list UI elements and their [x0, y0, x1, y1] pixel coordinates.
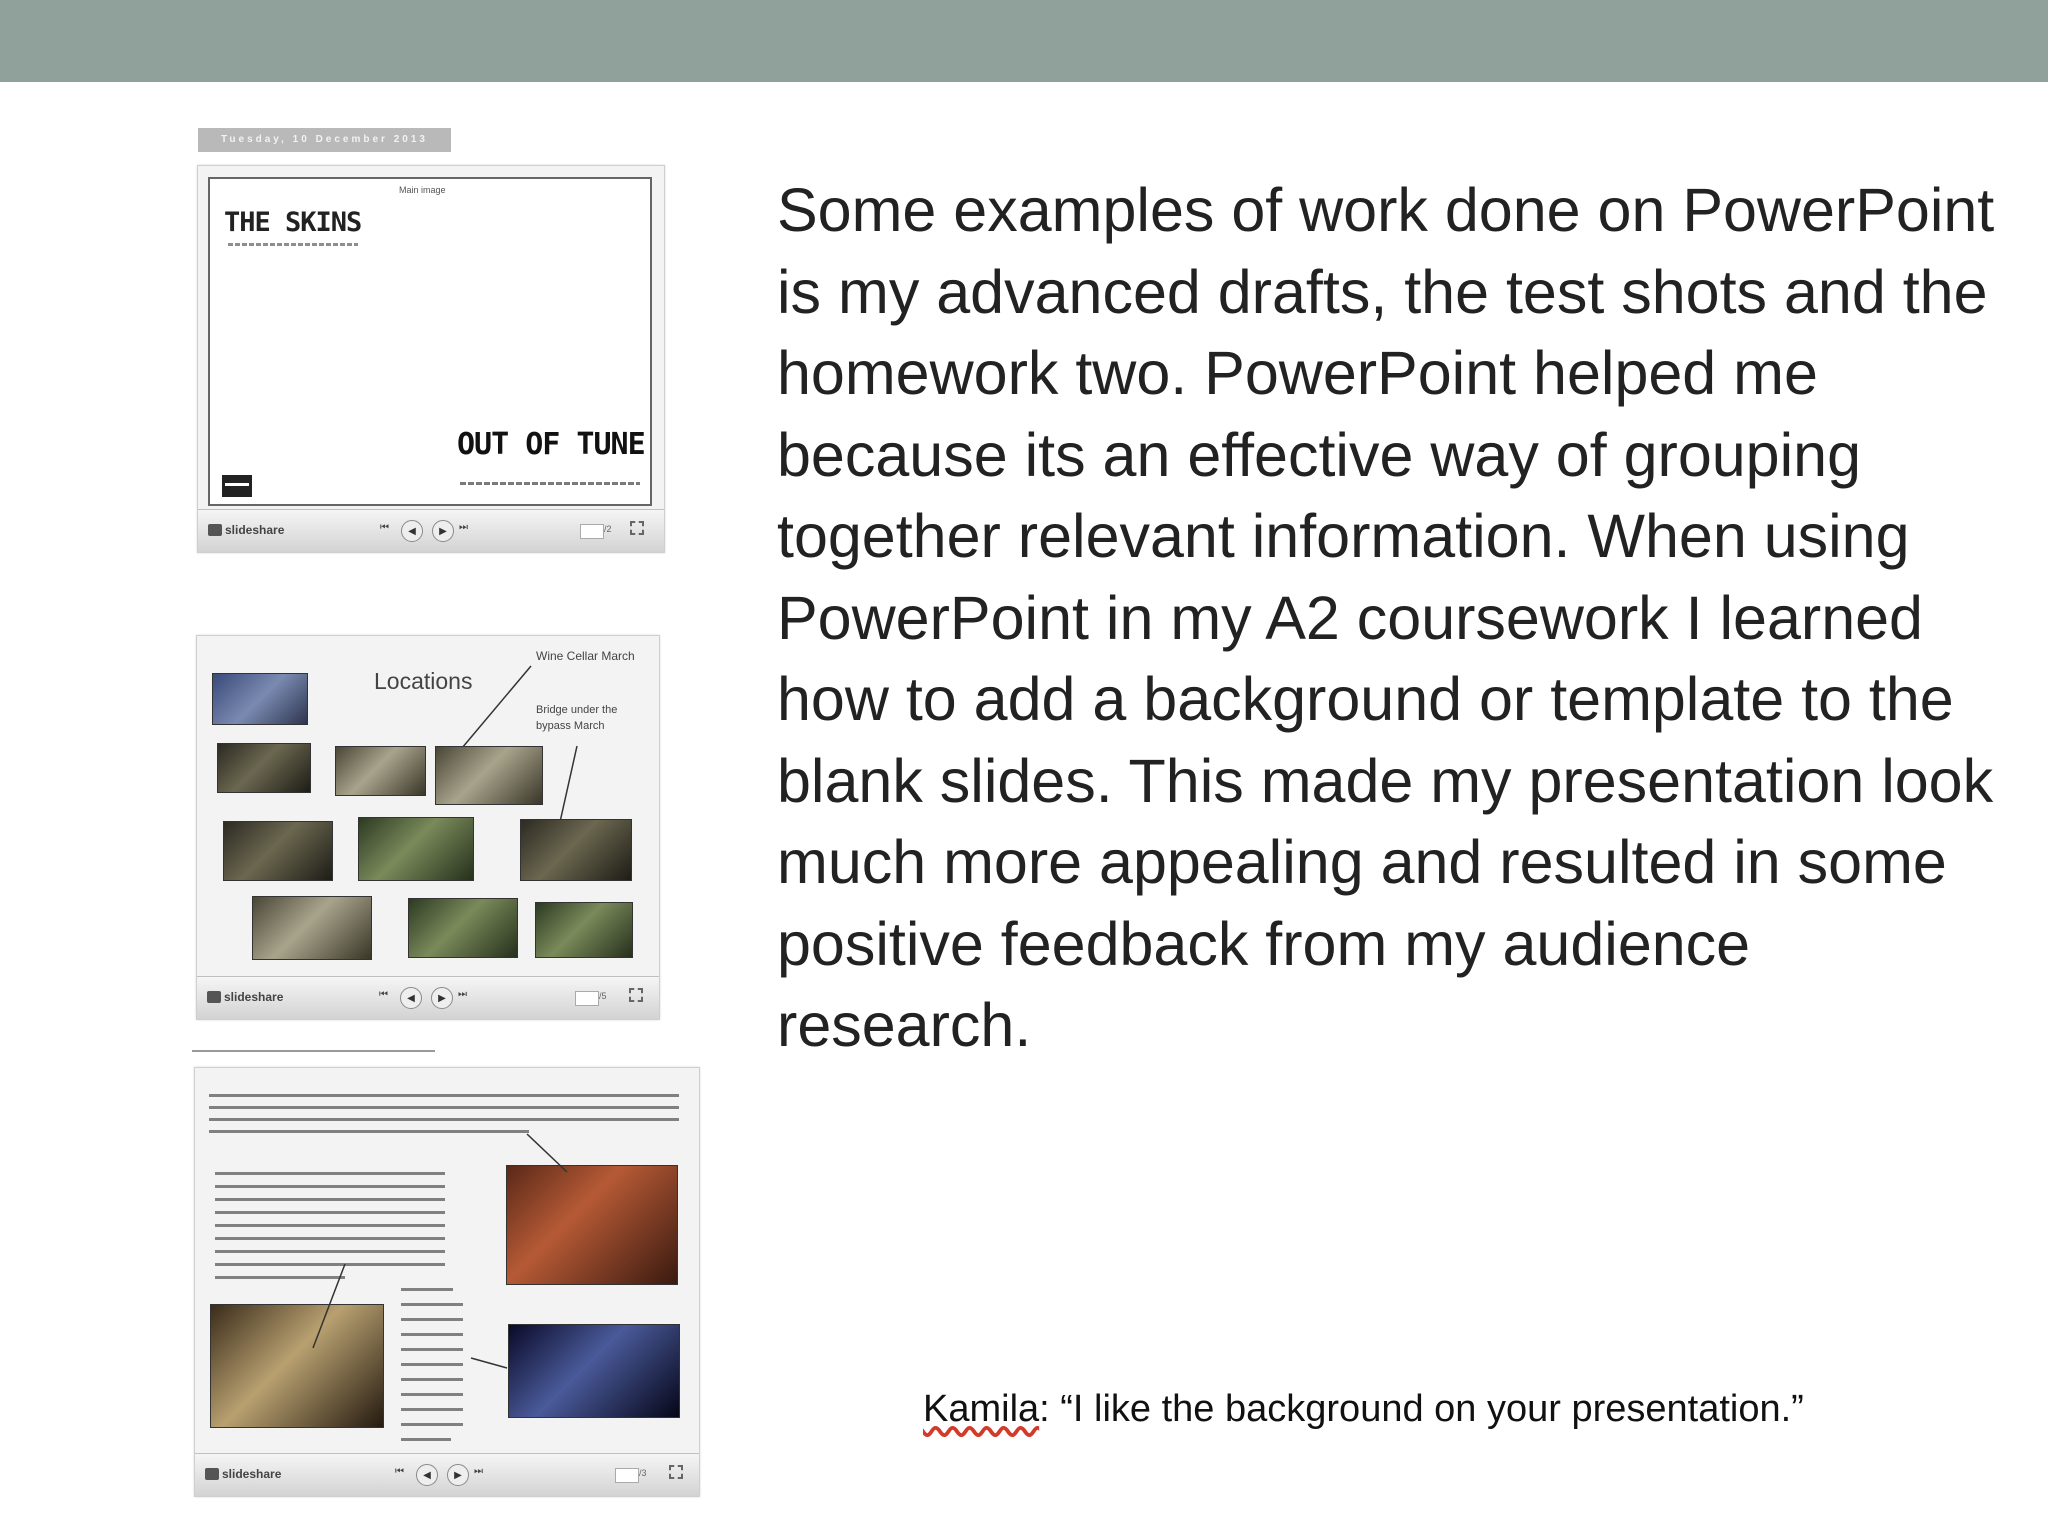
top-bar [0, 0, 2048, 82]
slideshare-embed-1[interactable]: Main image THE SKINS OUT OF TUNE slidesh… [197, 165, 665, 553]
credit-line [460, 482, 640, 485]
fullscreen-icon[interactable] [630, 521, 644, 535]
page-total: /5 [599, 991, 607, 1001]
main-paragraph: Some examples of work done on PowerPoint… [777, 176, 1995, 1059]
player-bar: slideshare ⏮ ◀ ▶ ⏭ /3 [195, 1453, 699, 1496]
separator-line [192, 1050, 435, 1052]
quote-text: : “I like the background on your present… [1039, 1388, 1804, 1430]
last-slide-icon[interactable]: ⏭ [474, 1466, 483, 1477]
page-total: /3 [639, 1468, 647, 1478]
page-total: /2 [604, 524, 612, 534]
location-photo [408, 898, 518, 958]
first-slide-icon[interactable]: ⏮ [395, 1466, 404, 1477]
player-bar: slideshare ⏮ ◀ ▶ ⏭ /5 [197, 976, 659, 1019]
next-button[interactable]: ▶ [431, 987, 453, 1009]
next-button[interactable]: ▶ [432, 520, 454, 542]
fullscreen-icon[interactable] [669, 1465, 683, 1479]
next-button[interactable]: ▶ [447, 1464, 469, 1486]
date-strip: Tuesday, 10 December 2013 [198, 128, 451, 152]
slideshare-embed-2[interactable]: Locations Wine Cellar March Bridge under… [196, 635, 660, 1020]
album-cover-slide: Main image THE SKINS OUT OF TUNE [208, 177, 652, 506]
last-slide-icon[interactable]: ⏭ [459, 522, 468, 533]
first-slide-icon[interactable]: ⏮ [380, 522, 389, 533]
player-bar: slideshare ⏮ ◀ ▶ ⏭ /2 [198, 509, 664, 552]
slideshare-embed-3[interactable]: slideshare ⏮ ◀ ▶ ⏭ /3 [194, 1067, 700, 1497]
slideshare-logo[interactable]: slideshare [207, 990, 283, 1004]
page-input[interactable] [615, 1468, 639, 1483]
slideshare-logo[interactable]: slideshare [205, 1467, 281, 1481]
parental-advisory-icon [222, 475, 252, 497]
prev-button[interactable]: ◀ [416, 1464, 438, 1486]
location-photo [435, 746, 543, 805]
first-slide-icon[interactable]: ⏮ [379, 989, 388, 1000]
location-photo [223, 821, 333, 881]
location-photo [252, 896, 372, 960]
last-slide-icon[interactable]: ⏭ [458, 989, 467, 1000]
audience-quote: Kamila: “I like the background on your p… [923, 1388, 1804, 1431]
slideshare-logo[interactable]: slideshare [208, 523, 284, 537]
page-input[interactable] [575, 991, 599, 1006]
location-photo [520, 819, 632, 881]
prev-button[interactable]: ◀ [401, 520, 423, 542]
location-photo [217, 743, 311, 793]
pointer-lines [312, 1133, 568, 1369]
band-subtitle-line [228, 243, 358, 246]
location-photo [535, 902, 633, 958]
quote-author: Kamila [923, 1388, 1040, 1430]
prev-button[interactable]: ◀ [400, 987, 422, 1009]
location-photo [358, 817, 474, 881]
main-image-label: Main image [399, 185, 446, 195]
page-input[interactable] [580, 524, 604, 539]
band-logo: THE SKINS [224, 207, 362, 238]
location-photo [335, 746, 426, 796]
album-title: OUT OF TUNE [457, 427, 646, 462]
fullscreen-icon[interactable] [629, 988, 643, 1002]
